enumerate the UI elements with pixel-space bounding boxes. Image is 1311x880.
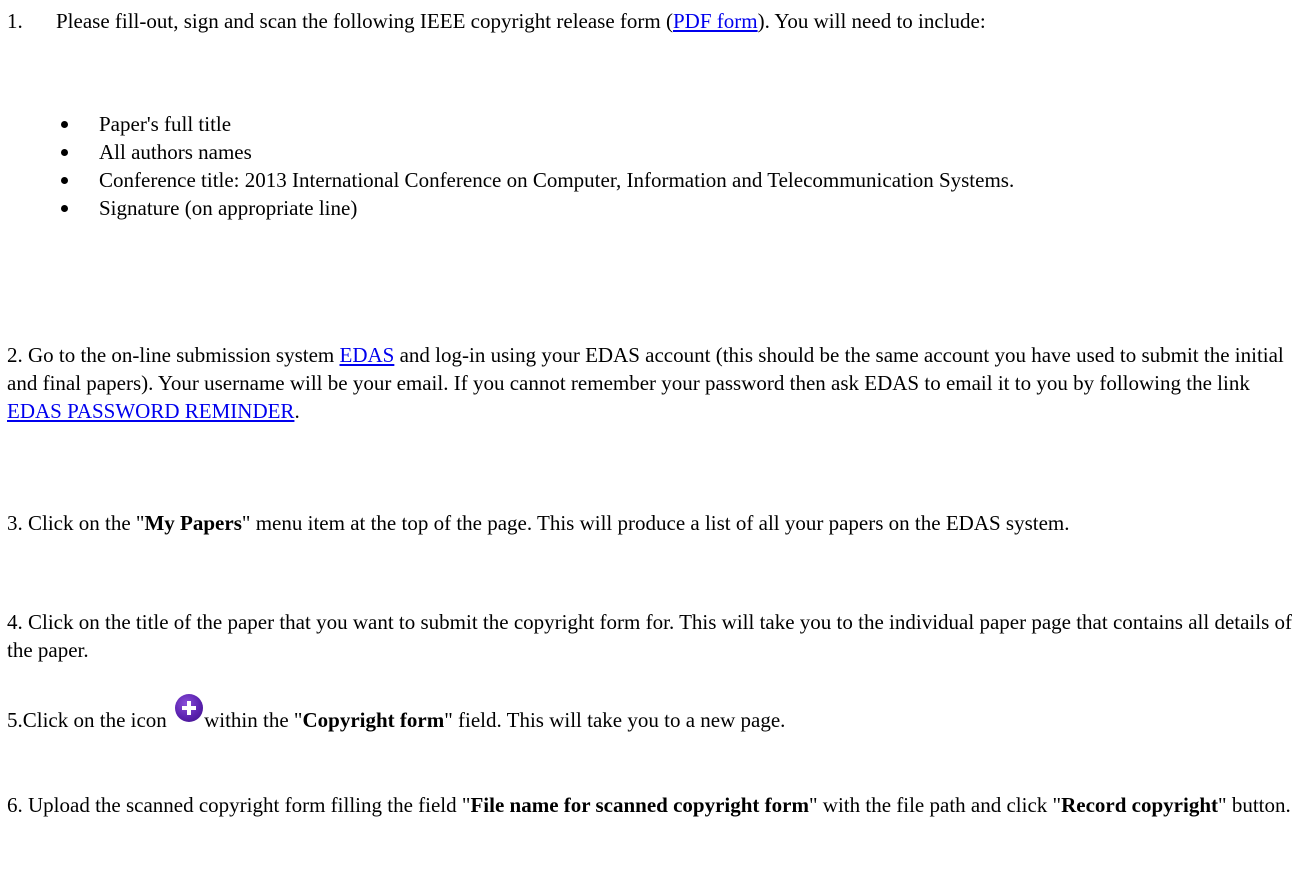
bullet-icon (61, 205, 68, 212)
copyright-form-label: Copyright form (302, 708, 445, 732)
record-copyright-label: Record copyright (1061, 793, 1218, 817)
step-1-text: Please fill-out, sign and scan the follo… (56, 7, 1301, 35)
step-3-text-after: " menu item at the top of the page. This… (241, 511, 1070, 535)
step-5-text-before: 5.Click on the icon (7, 708, 173, 732)
file-name-field-label: File name for scanned copyright form (470, 793, 809, 817)
requirement-text: Paper's full title (99, 112, 232, 136)
add-circle-icon (175, 694, 204, 722)
step-6-text-after: " button. (1218, 793, 1291, 817)
step-2-text-after: . (294, 399, 300, 423)
step-1-text-after: ). You will need to include: (757, 9, 986, 33)
step-5: 5.Click on the icon within the "Copyrigh… (7, 694, 1302, 734)
my-papers-label: My Papers (144, 511, 242, 535)
list-item: Paper's full title (0, 110, 1311, 138)
step-5-text-middle: within the " (204, 708, 303, 732)
step-6-text-before: 6. Upload the scanned copyright form fil… (7, 793, 471, 817)
step-4: 4. Click on the title of the paper that … (7, 610, 1292, 662)
step-3: 3. Click on the "My Papers" menu item at… (7, 509, 1302, 537)
step-2: 2. Go to the on-line submission system E… (7, 341, 1302, 425)
step-5-text-after: " field. This will take you to a new pag… (444, 708, 786, 732)
requirement-text: All authors names (99, 140, 252, 164)
requirement-text: Signature (on appropriate line) (99, 196, 358, 220)
step-2-text-before: 2. Go to the on-line submission system (7, 343, 340, 367)
requirements-list: Paper's full title All authors names Con… (0, 110, 1311, 222)
requirement-text: Conference title: 2013 International Con… (99, 168, 1015, 192)
list-item: All authors names (0, 138, 1311, 166)
step-1-text-before: Please fill-out, sign and scan the follo… (56, 9, 673, 33)
pdf-form-link[interactable]: PDF form (673, 9, 758, 33)
step-1-number: 1. (7, 9, 23, 33)
step-6-text-middle: " with the file path and click " (808, 793, 1062, 817)
bullet-icon (61, 121, 68, 128)
bullet-icon (61, 149, 68, 156)
step-3-text-before: 3. Click on the " (7, 511, 145, 535)
bullet-icon (61, 177, 68, 184)
step-6: 6. Upload the scanned copyright form fil… (7, 791, 1302, 819)
list-item: Signature (on appropriate line) (0, 194, 1311, 222)
list-item: Conference title: 2013 International Con… (0, 166, 1311, 194)
edas-link[interactable]: EDAS (340, 343, 395, 367)
edas-password-reminder-link[interactable]: EDAS PASSWORD REMINDER (7, 399, 294, 423)
